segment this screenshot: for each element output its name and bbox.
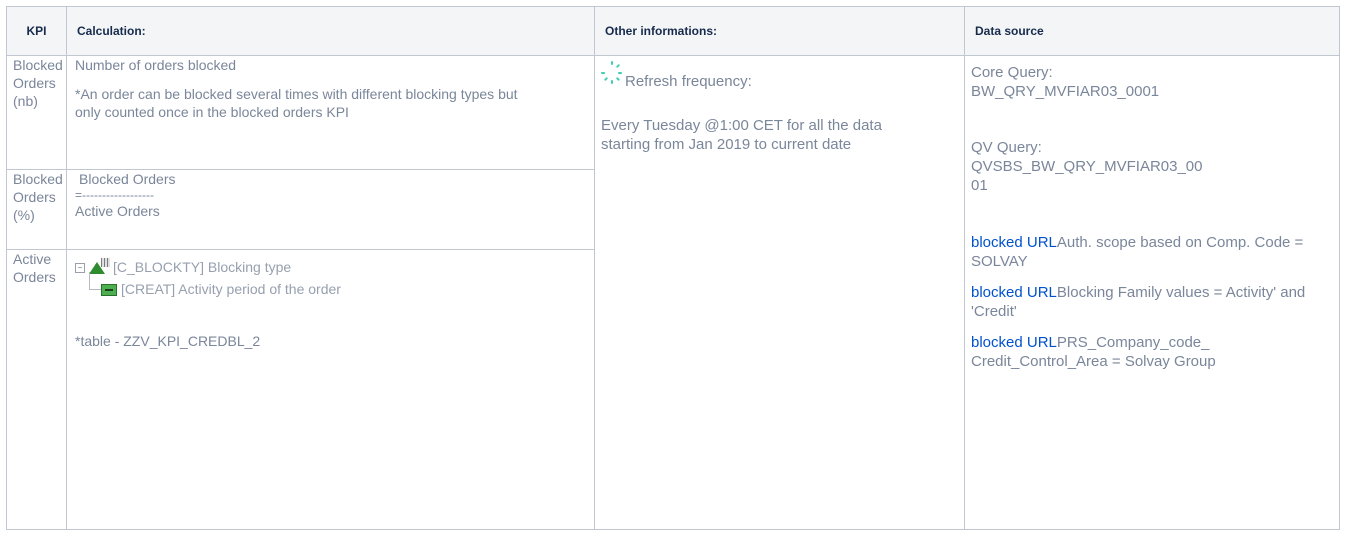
refresh-label: Refresh frequency:	[625, 73, 752, 90]
blocked-url-link[interactable]: blocked URL	[971, 334, 1057, 351]
kpi-cell-blocked-nb: Blocked Orders (nb)	[6, 55, 67, 170]
calc-main: Number of orders blocked	[75, 57, 237, 73]
qv-query-value-cont: 01	[971, 177, 988, 194]
table-row: Blocked Orders (nb) Number of orders blo…	[6, 55, 1340, 530]
collapse-icon[interactable]: −	[75, 263, 85, 274]
tree-connector	[89, 289, 101, 290]
filter-item: blocked URLBlocking Family values = Acti…	[971, 283, 1329, 321]
kpi-line: (nb)	[13, 93, 38, 109]
kpi-line: Blocked	[13, 57, 63, 73]
calc-cell-blocked-nb: Number of orders blocked *An order can b…	[66, 55, 595, 170]
kpi-line: Orders	[13, 269, 56, 285]
tree-node-blocking-type: − [C_BLOCKTY] Blocking type	[75, 258, 291, 276]
kpi-line: Orders	[13, 75, 56, 91]
header-calculation: Calculation:	[66, 6, 595, 56]
dimension-icon	[89, 262, 105, 275]
calc-cell-blocked-pct: Blocked Orders =------------------ Activ…	[66, 169, 595, 250]
kpi-cell-active: Active Orders	[6, 249, 67, 530]
formula-numerator: Blocked Orders	[79, 171, 176, 187]
core-query-label: Core Query:	[971, 64, 1053, 81]
kpi-line: (%)	[13, 207, 35, 223]
header-data-source: Data source	[964, 6, 1340, 56]
data-source-cell: Core Query: BW_QRY_MVFIAR03_0001 QV Quer…	[964, 55, 1340, 530]
formula-divider: =------------------	[75, 188, 154, 202]
qv-query-label: QV Query:	[971, 139, 1042, 156]
other-info-cell: Refresh frequency: Every Tuesday @1:00 C…	[594, 55, 965, 530]
dimension-tree: − [C_BLOCKTY] Blocking type [CREAT] Activ…	[75, 258, 588, 338]
kpi-line: Orders	[13, 189, 56, 205]
kpi-line: Blocked	[13, 171, 63, 187]
header-kpi: KPI	[6, 6, 67, 56]
header-row: KPI Calculation: Other informations: Dat…	[6, 6, 1340, 56]
tree-node-label: [C_BLOCKTY] Blocking type	[113, 259, 292, 275]
kpi-line: Active	[13, 251, 52, 267]
qv-query-value: QVSBS_BW_QRY_MVFIAR03_00	[971, 158, 1203, 175]
blocked-url-link[interactable]: blocked URL	[971, 234, 1057, 251]
page: KPI Calculation: Other informations: Dat…	[0, 0, 1346, 546]
blocked-url-link[interactable]: blocked URL	[971, 284, 1057, 301]
kpi-table: KPI Calculation: Other informations: Dat…	[6, 6, 1340, 530]
kpi-cell-blocked-pct: Blocked Orders (%)	[6, 169, 67, 250]
core-query-value: BW_QRY_MVFIAR03_0001	[971, 83, 1160, 100]
formula-denominator: Active Orders	[75, 203, 160, 219]
tree-node-label: [CREAT] Activity period of the order	[121, 281, 341, 297]
refresh-detail: Every Tuesday @1:00 CET for all the data…	[601, 117, 882, 153]
loading-spinner-icon	[601, 61, 623, 84]
tree-connector	[89, 272, 90, 290]
calc-note: *An order can be blocked several times w…	[75, 86, 518, 120]
calc-cell-active: − [C_BLOCKTY] Blocking type [CREAT] Activ…	[66, 249, 595, 530]
header-other-informations: Other informations:	[594, 6, 965, 56]
filter-item: blocked URLAuth. scope based on Comp. Co…	[971, 233, 1329, 271]
attribute-icon	[101, 284, 117, 297]
filter-item: blocked URLPRS_Company_code_ Credit_Cont…	[971, 333, 1329, 371]
tree-node-activity-period: [CREAT] Activity period of the order	[101, 280, 341, 298]
